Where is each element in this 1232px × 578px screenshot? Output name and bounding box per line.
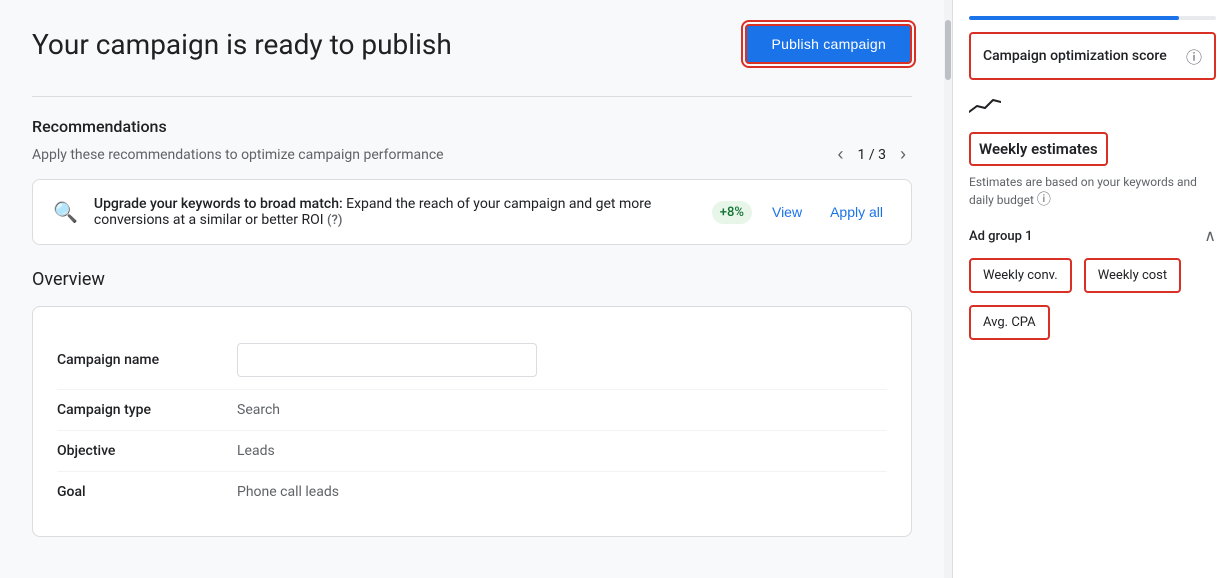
campaign-name-row: Campaign name (57, 331, 887, 390)
weekly-estimates-section: Weekly estimates Estimates are based on … (969, 132, 1216, 210)
weekly-estimates-subtitle: Estimates are based on your keywords and… (969, 174, 1216, 210)
page-title: Your campaign is ready to publish (32, 28, 452, 61)
recommendation-view-button[interactable]: View (764, 200, 810, 224)
ad-group-header: Ad group 1 ∧ (969, 226, 1216, 246)
optimization-score-label: Campaign optimization score (983, 48, 1167, 64)
weekly-conv-metric-box[interactable]: Weekly conv. (969, 258, 1072, 293)
campaign-type-label: Campaign type (57, 402, 237, 418)
campaign-type-row: Campaign type Search (57, 390, 887, 431)
recommendations-section: Recommendations Apply these recommendati… (32, 117, 912, 245)
goal-row: Goal Phone call leads (57, 472, 887, 512)
ad-group-collapse-button[interactable]: ∧ (1204, 226, 1216, 246)
metric-boxes-row: Weekly conv. Weekly cost (969, 258, 1216, 293)
trend-icon (969, 96, 1001, 116)
pagination-next-button[interactable]: › (894, 142, 912, 167)
recommendation-content: Upgrade your keywords to broad match: Ex… (94, 196, 696, 228)
objective-value: Leads (237, 443, 275, 459)
scrollbar-thumb[interactable] (945, 20, 951, 80)
overview-section: Overview Campaign name Campaign type Sea… (32, 269, 912, 537)
progress-bar-track (969, 16, 1216, 20)
right-sidebar: Campaign optimization score ⓘ Weekly est… (952, 0, 1232, 578)
progress-bar-container (969, 16, 1216, 20)
ad-group-label: Ad group 1 (969, 229, 1033, 244)
overview-title: Overview (32, 269, 912, 290)
recommendation-actions: +8% View Apply all (712, 200, 891, 224)
weekly-estimates-help-icon[interactable]: ⓘ (1037, 192, 1051, 208)
recommendation-help-icon[interactable]: (?) (327, 213, 342, 228)
recommendations-subtitle-row: Apply these recommendations to optimize … (32, 142, 912, 167)
avg-cpa-metric-box[interactable]: Avg. CPA (969, 305, 1050, 340)
trend-icon-container (969, 96, 1216, 120)
pagination-controls: ‹ 1 / 3 › (832, 142, 912, 167)
pagination-display: 1 / 3 (858, 147, 886, 163)
publish-campaign-button[interactable]: Publish campaign (745, 24, 912, 64)
goal-value: Phone call leads (237, 484, 339, 500)
main-content: Your campaign is ready to publish Publis… (0, 0, 944, 578)
objective-label: Objective (57, 443, 237, 459)
progress-bar-fill (969, 16, 1179, 20)
recommendations-subtitle: Apply these recommendations to optimize … (32, 147, 444, 163)
overview-card: Campaign name Campaign type Search Objec… (32, 306, 912, 537)
campaign-type-value: Search (237, 402, 280, 418)
objective-row: Objective Leads (57, 431, 887, 472)
header-divider (32, 96, 912, 97)
page-header: Your campaign is ready to publish Publis… (32, 24, 912, 64)
search-icon: 🔍 (53, 200, 78, 224)
main-scrollbar[interactable] (944, 0, 952, 578)
recommendation-title: Upgrade your keywords to broad match: Ex… (94, 196, 651, 228)
weekly-estimates-title: Weekly estimates (969, 132, 1108, 166)
optimization-score-help-icon[interactable]: ⓘ (1186, 44, 1202, 68)
recommendation-badge: +8% (712, 201, 752, 224)
recommendations-title: Recommendations (32, 117, 912, 136)
recommendation-apply-button[interactable]: Apply all (822, 200, 891, 224)
recommendation-card: 🔍 Upgrade your keywords to broad match: … (32, 179, 912, 245)
campaign-name-label: Campaign name (57, 352, 237, 368)
pagination-prev-button[interactable]: ‹ (832, 142, 850, 167)
campaign-name-input[interactable] (237, 343, 537, 377)
goal-label: Goal (57, 484, 237, 500)
optimization-score-section: Campaign optimization score ⓘ (969, 32, 1216, 80)
weekly-cost-metric-box[interactable]: Weekly cost (1084, 258, 1181, 293)
